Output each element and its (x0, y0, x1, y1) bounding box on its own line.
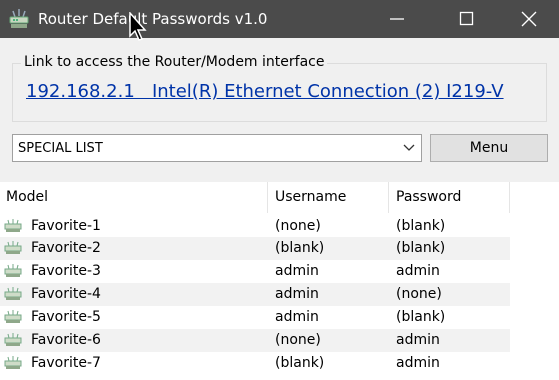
router-list-select[interactable]: SPECIAL LIST (12, 134, 422, 162)
column-header-label: Password (396, 189, 462, 205)
select-value: SPECIAL LIST (18, 141, 103, 156)
router-row-icon (4, 310, 22, 323)
column-header-label: Username (275, 189, 347, 205)
model-cell: Favorite-5 (31, 309, 101, 325)
maximize-button[interactable] (444, 0, 490, 38)
chevron-down-icon (403, 144, 415, 151)
router-row-icon (4, 356, 22, 369)
username-cell: (none) (275, 218, 321, 234)
router-row-icon (4, 264, 22, 277)
groupbox-legend: Link to access the Router/Modem interfac… (21, 54, 328, 70)
menu-button[interactable]: Menu (430, 134, 548, 162)
column-header-model[interactable]: Model (0, 182, 268, 213)
table-row[interactable]: Favorite-4 admin (none) (0, 283, 510, 306)
router-row-icon (4, 241, 22, 254)
password-cell: (none) (396, 286, 442, 302)
model-cell: Favorite-2 (31, 240, 101, 256)
router-app-icon (9, 9, 29, 28)
model-cell: Favorite-6 (31, 332, 101, 348)
router-list-view[interactable]: Model Username Password Favorite-1 (none… (0, 182, 559, 380)
password-cell: admin (396, 263, 440, 279)
minimize-icon (390, 18, 404, 20)
table-row[interactable]: Favorite-5 admin (blank) (0, 306, 510, 329)
window-title: Router Default Passwords v1.0 (38, 10, 268, 28)
table-row[interactable]: Favorite-6 (none) admin (0, 329, 510, 352)
close-button[interactable] (506, 0, 552, 38)
minimize-button[interactable] (374, 0, 420, 38)
password-cell: admin (396, 355, 440, 371)
model-cell: Favorite-3 (31, 263, 101, 279)
table-row[interactable]: Favorite-2 (blank) (blank) (0, 237, 510, 260)
table-row[interactable]: Favorite-7 (blank) admin (0, 352, 510, 375)
maximize-icon (459, 11, 474, 26)
column-header-username[interactable]: Username (268, 182, 389, 213)
router-interface-link[interactable]: 192.168.2.1 Intel(R) Ethernet Connection… (26, 81, 504, 102)
username-cell: (blank) (275, 355, 325, 371)
username-cell: admin (275, 263, 319, 279)
close-icon (521, 11, 537, 27)
password-cell: admin (396, 332, 440, 348)
title-bar[interactable]: Router Default Passwords v1.0 (0, 0, 559, 38)
column-header-password[interactable]: Password (389, 182, 510, 213)
router-row-icon (4, 333, 22, 346)
password-cell: (blank) (396, 240, 446, 256)
router-row-icon (4, 219, 22, 232)
username-cell: (blank) (275, 240, 325, 256)
model-cell: Favorite-1 (31, 218, 101, 234)
model-cell: Favorite-4 (31, 286, 101, 302)
password-cell: (blank) (396, 218, 446, 234)
mouse-cursor-icon (129, 12, 147, 41)
password-cell: (blank) (396, 309, 446, 325)
username-cell: admin (275, 286, 319, 302)
username-cell: admin (275, 309, 319, 325)
router-row-icon (4, 287, 22, 300)
table-row[interactable]: Favorite-1 (none) (blank) (0, 215, 510, 238)
model-cell: Favorite-7 (31, 355, 101, 371)
column-header-label: Model (6, 189, 49, 205)
table-row[interactable]: Favorite-3 admin admin (0, 260, 510, 283)
username-cell: (none) (275, 332, 321, 348)
